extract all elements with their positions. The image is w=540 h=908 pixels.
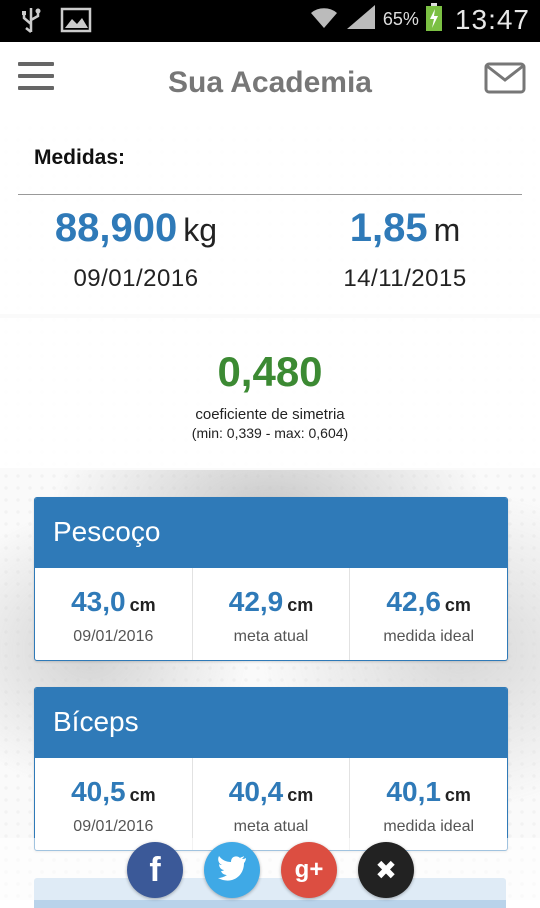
battery-percent: 65%: [382, 9, 419, 29]
weight-date: 09/01/2016: [73, 265, 199, 292]
symmetry-label: coeficiente de simetria: [195, 406, 345, 423]
unit-label: cm: [287, 595, 314, 615]
wifi-icon: [309, 4, 339, 35]
unit-label: cm: [444, 785, 471, 805]
facebook-share-button[interactable]: f: [127, 842, 183, 898]
close-icon: ✖: [375, 854, 397, 885]
signal-icon: [345, 3, 377, 36]
current-value: 43,0: [71, 586, 126, 617]
symmetry-range: (min: 0,339 - max: 0,604): [191, 425, 349, 441]
goal-label: meta atual: [233, 628, 309, 645]
card-title: Pescoço: [35, 498, 507, 568]
goal-label: meta atual: [233, 818, 309, 835]
current-value: 40,5: [71, 776, 126, 807]
unit-label: cm: [129, 595, 156, 615]
ideal-label: medida ideal: [383, 628, 475, 645]
measurements-summary: Medidas: 88,900 kg 09/01/2016 1,85 m 14/11…: [0, 122, 540, 314]
unit-label: cm: [129, 785, 156, 805]
page-title: Sua Academia: [168, 66, 372, 99]
app-bar: Sua Academia: [0, 42, 540, 123]
card-row: 43,0 cm 09/01/2016 42,9 cm meta atual 42,6…: [35, 568, 507, 660]
goal-cell: 42,9 cm meta atual: [193, 568, 351, 660]
current-measure-cell: 43,0 cm 09/01/2016: [35, 568, 193, 660]
ideal-value: 40,1: [386, 776, 441, 807]
current-measure-cell: 40,5 cm 09/01/2016: [35, 758, 193, 850]
weight-unit: kg: [183, 212, 218, 248]
share-bar: [0, 838, 540, 900]
status-bar: 65% 13:47: [0, 0, 540, 42]
height-stat: 1,85 m 14/11/2015: [330, 206, 480, 293]
close-share-button[interactable]: ✖: [358, 842, 414, 898]
card-title: Bíceps: [35, 688, 507, 758]
clock: 13:47: [454, 3, 530, 35]
twitter-icon: [217, 855, 247, 886]
googleplus-icon: g+: [294, 856, 324, 883]
mail-icon[interactable]: [484, 62, 526, 99]
card-row: 40,5 cm 09/01/2016 40,4 cm meta atual 40,1…: [35, 758, 507, 850]
height-date: 14/11/2015: [343, 265, 467, 292]
height-value: 1,85: [349, 206, 428, 250]
symmetry-panel: 0,480 coeficiente de simetria (min: 0,33…: [0, 318, 540, 468]
goal-cell: 40,4 cm meta atual: [193, 758, 351, 850]
ideal-label: medida ideal: [383, 818, 475, 835]
unit-label: cm: [287, 785, 314, 805]
battery-charging-icon: [425, 2, 443, 37]
usb-icon: [20, 6, 42, 39]
twitter-share-button[interactable]: [204, 842, 260, 898]
googleplus-share-button[interactable]: g+: [281, 842, 337, 898]
measurement-card-neck[interactable]: Pescoço 43,0 cm 09/01/2016 42,9 cm meta at…: [34, 497, 508, 661]
ideal-value: 42,6: [386, 586, 441, 617]
divider: [18, 194, 522, 195]
height-unit: m: [433, 212, 461, 248]
measure-date: 09/01/2016: [73, 628, 154, 645]
facebook-icon: f: [149, 850, 161, 889]
goal-value: 40,4: [228, 776, 284, 807]
measurement-card-biceps[interactable]: Bíceps 40,5 cm 09/01/2016 40,4 cm meta atu…: [34, 687, 508, 851]
weight-stat: 88,900 kg 09/01/2016: [48, 206, 224, 293]
ideal-cell: 40,1 cm medida ideal: [350, 758, 507, 850]
ideal-cell: 42,6 cm medida ideal: [350, 568, 507, 660]
measure-date: 09/01/2016: [73, 818, 154, 835]
symmetry-value: 0,480: [217, 348, 323, 395]
weight-value: 88,900: [54, 206, 178, 250]
unit-label: cm: [444, 595, 471, 615]
section-label: Medidas:: [34, 146, 126, 169]
image-icon: [60, 7, 92, 38]
goal-value: 42,9: [228, 586, 284, 617]
